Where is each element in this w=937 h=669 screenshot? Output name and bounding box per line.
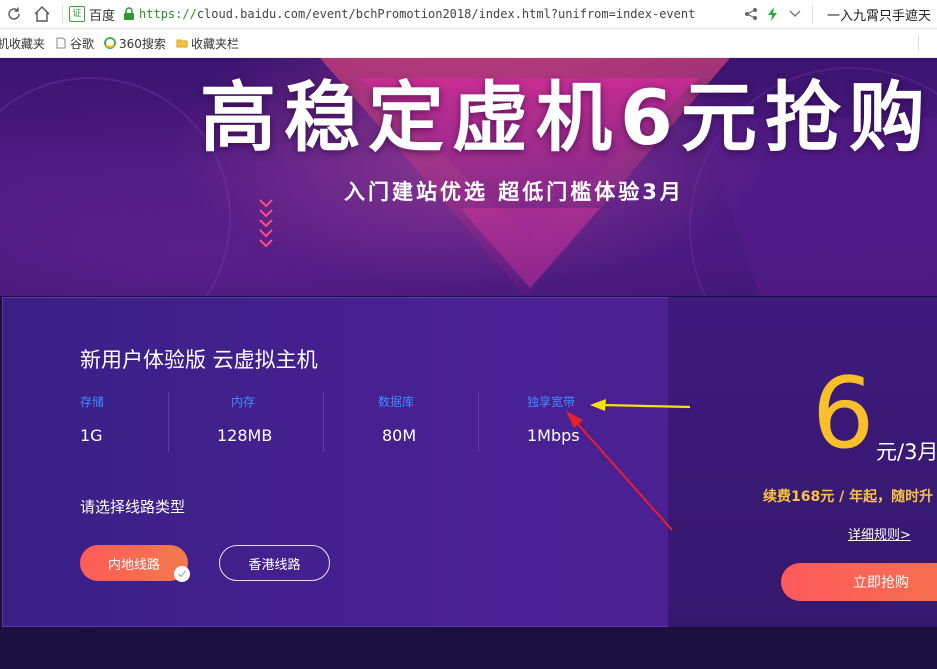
toolbar-right: 一入九霄只手遮天 [740, 3, 937, 25]
spec-divider [323, 392, 324, 452]
route-type-label: 请选择线路类型 [80, 498, 186, 516]
banner-subtitle: 入门建站优选 超低门槛体验3月 [344, 180, 684, 204]
360-logo-icon [104, 37, 117, 49]
spec-value: 1G [80, 426, 103, 445]
home-icon[interactable] [28, 0, 56, 28]
route-hongkong-button[interactable]: 香港线路 [219, 545, 330, 581]
browser-toolbar: 证 百度 https://cloud.baidu.com/event/bchPr… [0, 0, 937, 29]
renewal-text: 续费168元 / 年起，随时升 [763, 489, 934, 505]
chevron-decoration-icon [259, 199, 273, 248]
spec-value: 80M [382, 426, 417, 445]
spec-divider [168, 392, 169, 452]
bookmark-label: 机收藏夹 [0, 36, 46, 51]
toolbar-divider [62, 5, 63, 23]
spec-label: 内存 [231, 395, 256, 409]
site-name: 百度 [89, 8, 116, 24]
promo-banner: 高稳定虚机6元抢购 入门建站优选 超低门槛体验3月 [0, 58, 937, 296]
spec-memory: 内存 128MB [217, 393, 347, 445]
banner-title: 高稳定虚机6元抢购 [200, 73, 933, 162]
page-icon [56, 37, 66, 49]
bookmark-item[interactable]: 360搜索 [104, 35, 166, 52]
product-title: 新用户体验版 云虚拟主机 [80, 348, 318, 372]
bookmark-item[interactable]: 谷歌 [55, 35, 94, 52]
bookmarks-bar: 机收藏夹 谷歌 360搜索 收藏夹栏 [0, 29, 937, 58]
site-verified-icon: 证 [69, 6, 85, 22]
share-icon[interactable] [740, 3, 762, 25]
search-box[interactable]: 一入九霄只手遮天 [827, 5, 931, 24]
url-text[interactable]: https://cloud.baidu.com/event/bchPromoti… [139, 7, 695, 21]
lock-icon [123, 7, 137, 21]
spec-label: 数据库 [378, 395, 415, 409]
bookmark-item[interactable]: 收藏夹栏 [176, 35, 239, 52]
spec-storage: 存储 1G [80, 393, 210, 445]
chevron-down-icon[interactable] [784, 3, 806, 25]
spec-value: 128MB [217, 426, 273, 445]
bookmarks-divider [918, 35, 919, 51]
bookmark-item[interactable]: 机收藏夹 [0, 35, 45, 52]
bookmark-label: 谷歌 [70, 36, 95, 51]
spec-database: 数据库 80M [378, 393, 508, 445]
bookmark-label: 360搜索 [119, 36, 166, 51]
buy-now-button[interactable]: 立即抢购 [781, 563, 937, 601]
url-path: cloud.baidu.com/event/bchPromotion2018/i… [196, 7, 696, 21]
spec-divider [478, 392, 479, 452]
url-scheme: https:// [139, 7, 197, 21]
price-amount: 6 [812, 357, 875, 471]
refresh-icon[interactable] [0, 0, 28, 28]
spec-label: 存储 [80, 395, 105, 409]
folder-icon [176, 39, 188, 48]
check-icon [174, 566, 190, 582]
address-bar[interactable]: 证 百度 https://cloud.baidu.com/event/bchPr… [69, 5, 709, 24]
spec-label: 独享宽带 [527, 395, 576, 409]
spec-bandwidth: 独享宽带 1Mbps [527, 393, 657, 445]
toolbar-divider [811, 5, 813, 23]
lightning-icon[interactable] [762, 3, 784, 25]
bookmark-label: 收藏夹栏 [190, 36, 239, 51]
rules-link[interactable]: 详细规则> [848, 524, 911, 543]
route-mainland-button[interactable]: 内地线路 [80, 545, 188, 581]
spec-value: 1Mbps [527, 426, 580, 445]
price-unit: 元/3月 [876, 440, 937, 464]
